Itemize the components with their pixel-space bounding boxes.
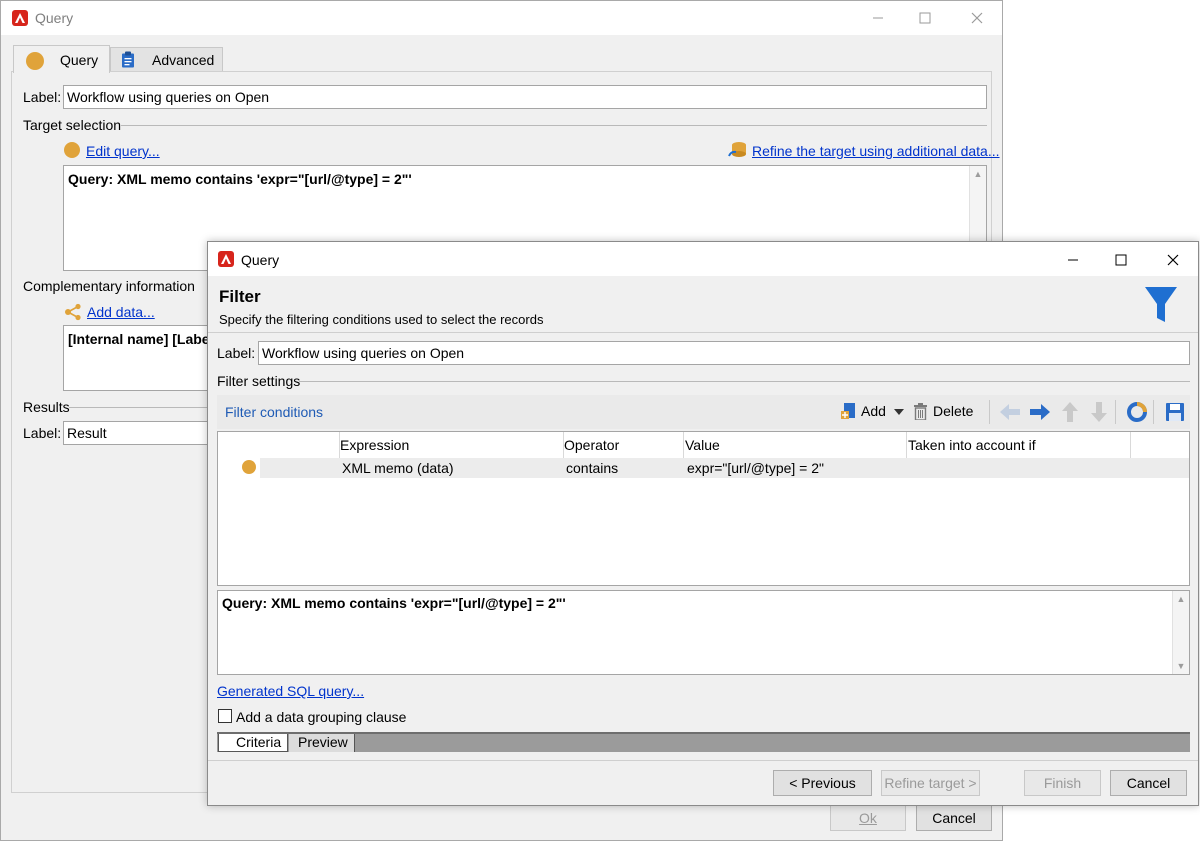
maximize-button[interactable] [905,3,945,33]
delete-trash-icon [914,403,927,420]
toolbar-separator [1153,400,1154,424]
move-left-arrow-icon[interactable] [1000,404,1020,420]
move-up-arrow-icon[interactable] [1062,402,1078,422]
move-down-arrow-icon[interactable] [1091,402,1107,422]
ok-button[interactable]: Ok [830,805,906,831]
close-button[interactable] [957,3,997,33]
footer-separator [208,760,1198,761]
close-button[interactable] [1153,245,1193,275]
maximize-button[interactable] [1101,245,1141,275]
column-header-taken-into-account[interactable]: Taken into account if [908,437,1036,453]
column-header-value[interactable]: Value [685,437,720,453]
back-cancel-button[interactable]: Cancel [916,805,992,831]
tab-query-label: Query [60,52,99,68]
front-query-text: Query: XML memo contains 'expr="[url/@ty… [222,595,566,611]
minimize-button[interactable] [1053,245,1093,275]
add-dropdown-chevron-icon[interactable] [894,409,904,415]
front-title-bar: Query [208,242,1198,276]
back-title-bar: Query [1,1,1002,35]
column-header-operator[interactable]: Operator [564,437,619,453]
share-add-data-icon [65,303,81,321]
column-header-expression[interactable]: Expression [340,437,409,453]
row-operator-cell: contains [566,460,619,476]
target-selection-rule [121,125,987,126]
adobe-logo-icon [218,251,234,267]
query-orange-icon [26,52,44,70]
front-memo-scrollbar[interactable]: ▲ ▼ [1172,591,1189,674]
tab-query[interactable]: Query [13,45,110,73]
front-window-title: Query [241,252,280,268]
results-heading: Results [23,399,70,415]
back-window-title: Query [35,10,74,26]
distribution-chart-icon[interactable] [1127,402,1147,422]
filter-funnel-icon [1145,287,1177,322]
back-query-text: Query: XML memo contains 'expr="[url/@ty… [68,171,412,187]
tab-preview[interactable]: Preview [289,734,355,752]
filter-settings-rule [299,381,1190,382]
tab-advanced[interactable]: Advanced [110,47,223,71]
results-rule [69,407,209,408]
back-label-caption: Label: [23,89,62,105]
filter-settings-heading: Filter settings [217,373,301,389]
generated-sql-link[interactable]: Generated SQL query... [217,683,364,699]
edit-query-icon [64,142,80,158]
front-query-memo: Query: XML memo contains 'expr="[url/@ty… [217,590,1190,675]
filter-description: Specify the filtering conditions used to… [219,312,544,327]
save-disk-icon[interactable] [1166,403,1184,421]
grouping-checkbox[interactable] [218,709,232,723]
minimize-button[interactable] [858,3,898,33]
filter-conditions-bar: Filter conditions Add Delete [217,395,1190,429]
adobe-logo-icon [12,10,28,26]
database-refine-icon [728,142,746,157]
filter-conditions-label: Filter conditions [225,404,324,420]
complementary-heading: Complementary information [23,278,195,294]
condition-orange-icon [242,460,256,474]
add-data-link[interactable]: Add data... [87,304,155,320]
toolbar-separator [1115,400,1116,424]
refine-target-button[interactable]: Refine target > [881,770,980,796]
add-condition-icon [841,403,855,419]
result-label-caption: Label: [23,425,62,441]
front-label-caption: Label: [217,345,256,361]
grid-header-row: Expression Operator Value Taken into acc… [218,432,1189,458]
target-selection-heading: Target selection [23,117,122,133]
filter-query-window: Query Filter Specify the filtering condi… [207,241,1199,806]
front-label-input[interactable]: Workflow using queries on Open [258,341,1190,365]
finish-button[interactable]: Finish [1024,770,1101,796]
row-value-cell: expr="[url/@type] = 2" [687,460,824,476]
filter-header: Filter Specify the filtering conditions … [208,276,1198,332]
complementary-list: [Internal name] [Label [63,325,213,391]
front-cancel-button[interactable]: Cancel [1110,770,1187,796]
toolbar-separator [989,400,990,424]
conditions-grid: Expression Operator Value Taken into acc… [217,431,1190,586]
complementary-columns: [Internal name] [Label [68,331,213,347]
refine-target-link[interactable]: Refine the target using additional data.… [752,143,1000,159]
tab-preview-label: Preview [298,734,348,750]
move-right-arrow-icon[interactable] [1030,404,1050,420]
add-button-label[interactable]: Add [861,403,886,419]
tab-criteria-label: Criteria [236,734,282,750]
grouping-checkbox-label: Add a data grouping clause [236,709,407,725]
bottom-tab-strip: Criteria Preview [217,732,1190,752]
previous-button[interactable]: < Previous [773,770,872,796]
table-row[interactable]: XML memo (data) contains expr="[url/@typ… [218,458,1189,478]
header-separator [208,332,1198,333]
row-expression-cell: XML memo (data) [342,460,454,476]
filter-heading: Filter [219,287,261,306]
tab-criteria[interactable]: Criteria [218,734,288,752]
clipboard-icon [122,51,134,68]
result-label-input[interactable]: Result [63,421,213,445]
back-label-input[interactable]: Workflow using queries on Open [63,85,987,109]
tab-advanced-label: Advanced [152,52,215,68]
edit-query-link[interactable]: Edit query... [86,143,160,159]
delete-button-label[interactable]: Delete [933,403,973,419]
